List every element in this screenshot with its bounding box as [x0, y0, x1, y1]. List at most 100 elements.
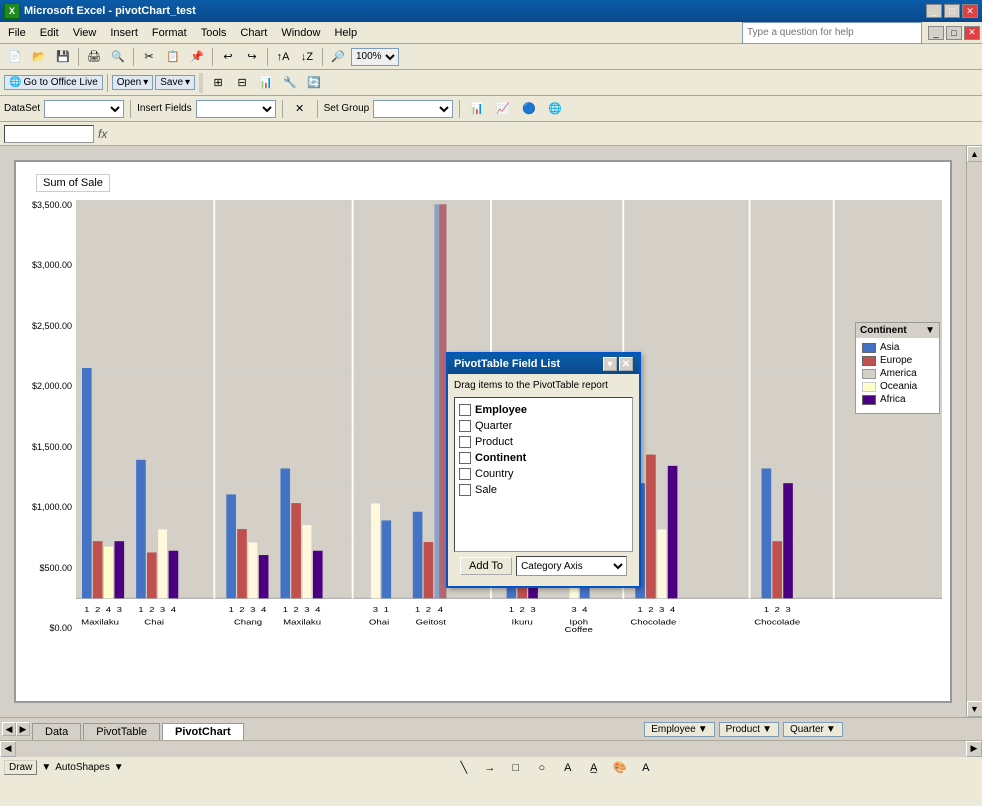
pivot-btn4[interactable]: 🔧: [279, 73, 301, 93]
font-color-icon[interactable]: A: [635, 758, 657, 778]
chart-icon1[interactable]: 📊: [466, 99, 488, 119]
vertical-scrollbar[interactable]: ▲ ▼: [966, 146, 982, 717]
fill-color-icon[interactable]: 🎨: [609, 758, 631, 778]
tab-pivotchart[interactable]: PivotChart: [162, 723, 244, 740]
pivot-btn3[interactable]: 📊: [255, 73, 277, 93]
scroll-left-button[interactable]: ◀: [0, 741, 16, 757]
draw-text-icon[interactable]: A: [557, 758, 579, 778]
copy-button[interactable]: 📋: [162, 47, 184, 67]
svg-text:3: 3: [373, 606, 379, 614]
set-group-select[interactable]: [373, 100, 453, 118]
field-checkbox-quarter[interactable]: [459, 420, 471, 432]
add-to-button[interactable]: Add To: [460, 557, 512, 575]
area-dropdown[interactable]: Category Axis Series Data Area Page Area: [516, 556, 627, 576]
menu-chart[interactable]: Chart: [234, 25, 273, 41]
open-dropdown-button[interactable]: Open▾: [112, 75, 154, 90]
app-minimize-button[interactable]: _: [928, 26, 944, 40]
field-checkbox-product[interactable]: [459, 436, 471, 448]
sort-desc-button[interactable]: ↓Z: [296, 47, 318, 67]
close-button[interactable]: ✕: [962, 4, 978, 18]
draw-arrow-icon[interactable]: →: [479, 758, 501, 778]
field-item-quarter[interactable]: Quarter: [459, 418, 628, 434]
app-close-button[interactable]: ✕: [964, 26, 980, 40]
draw-line-icon[interactable]: ╲: [453, 758, 475, 778]
insert-fields-select[interactable]: [196, 100, 276, 118]
save-dropdown-button[interactable]: Save▾: [155, 75, 195, 90]
field-checkbox-continent[interactable]: [459, 452, 471, 464]
paste-button[interactable]: 📌: [186, 47, 208, 67]
pivot-btn1[interactable]: ⊞: [207, 73, 229, 93]
legend-color-africa: [862, 395, 876, 405]
field-checkbox-employee[interactable]: [459, 404, 471, 416]
menu-edit[interactable]: Edit: [34, 25, 65, 41]
svg-text:Chocolade: Chocolade: [754, 618, 800, 626]
menu-tools[interactable]: Tools: [195, 25, 233, 41]
pivot-btn5[interactable]: 🔄: [303, 73, 325, 93]
svg-text:2: 2: [293, 606, 299, 614]
product-filter-button[interactable]: Product ▼: [719, 722, 779, 737]
field-item-product[interactable]: Product: [459, 434, 628, 450]
legend-item-oceania: Oceania: [862, 381, 933, 392]
y-axis-label-4: $2,000.00: [24, 381, 72, 391]
tab-pivottable[interactable]: PivotTable: [83, 723, 160, 740]
scroll-track-h[interactable]: [16, 741, 966, 757]
preview-button[interactable]: 🔍: [107, 47, 129, 67]
employee-filter-button[interactable]: Employee ▼: [644, 722, 714, 737]
legend-dropdown-icon[interactable]: ▼: [925, 325, 935, 336]
pivot-btn2[interactable]: ⊟: [231, 73, 253, 93]
autoshapes-icon[interactable]: ▼: [41, 762, 51, 773]
sort-asc-button[interactable]: ↑A: [272, 47, 294, 67]
field-item-sale[interactable]: Sale: [459, 482, 628, 498]
help-search-input[interactable]: [742, 22, 922, 44]
quarter-filter-button[interactable]: Quarter ▼: [783, 722, 843, 737]
undo-button[interactable]: ↩: [217, 47, 239, 67]
scroll-down-button[interactable]: ▼: [967, 701, 982, 717]
field-checkbox-country[interactable]: [459, 468, 471, 480]
scroll-up-button[interactable]: ▲: [967, 146, 982, 162]
zoom-button[interactable]: 🔎: [327, 47, 349, 67]
print-button[interactable]: 🖨: [83, 47, 105, 67]
draw-rect-icon[interactable]: □: [505, 758, 527, 778]
chart-icon2[interactable]: 📈: [492, 99, 514, 119]
minimize-button[interactable]: _: [926, 4, 942, 18]
office-toolbar: 🌐 Go to Office Live Open▾ Save▾ ⊞ ⊟ 📊 🔧 …: [0, 70, 982, 96]
tab-scroll-right[interactable]: ▶: [16, 722, 30, 736]
save-button[interactable]: 💾: [52, 47, 74, 67]
horizontal-scrollbar[interactable]: ◀ ▶: [0, 740, 982, 756]
menu-help[interactable]: Help: [328, 25, 363, 41]
menu-view[interactable]: View: [67, 25, 103, 41]
pivot-field-list-dialog: PivotTable Field List ▼ ✕ Drag items to …: [446, 352, 641, 588]
maximize-button[interactable]: □: [944, 4, 960, 18]
chart-icon4[interactable]: 🌐: [544, 99, 566, 119]
tab-scroll-left[interactable]: ◀: [2, 722, 16, 736]
cut-button[interactable]: ✂: [138, 47, 160, 67]
new-button[interactable]: 📄: [4, 47, 26, 67]
draw-oval-icon[interactable]: ○: [531, 758, 553, 778]
tab-data[interactable]: Data: [32, 723, 81, 740]
field-checkbox-sale[interactable]: [459, 484, 471, 496]
svg-text:Chai: Chai: [144, 618, 164, 626]
svg-text:3: 3: [530, 606, 536, 614]
chart-tool-btn[interactable]: ✕: [289, 99, 311, 119]
chart-icon3[interactable]: 🔵: [518, 99, 540, 119]
field-item-country[interactable]: Country: [459, 466, 628, 482]
pivot-dialog-dropdown-btn[interactable]: ▼: [603, 357, 617, 371]
draw-button[interactable]: Draw: [4, 760, 37, 775]
pivot-dialog-close-button[interactable]: ✕: [619, 357, 633, 371]
menu-file[interactable]: File: [2, 25, 32, 41]
field-item-employee[interactable]: Employee: [459, 402, 628, 418]
draw-wordart-icon[interactable]: A̲: [583, 758, 605, 778]
go-to-office-button[interactable]: 🌐 Go to Office Live: [4, 75, 103, 90]
menu-window[interactable]: Window: [275, 25, 326, 41]
menu-format[interactable]: Format: [146, 25, 193, 41]
app-maximize-button[interactable]: □: [946, 26, 962, 40]
menu-insert[interactable]: Insert: [104, 25, 144, 41]
name-box[interactable]: [4, 125, 94, 143]
zoom-select[interactable]: 100%: [351, 48, 399, 66]
window-controls[interactable]: _ □ ✕: [926, 4, 978, 18]
field-item-continent[interactable]: Continent: [459, 450, 628, 466]
scroll-right-button[interactable]: ▶: [966, 741, 982, 757]
open-button[interactable]: 📂: [28, 47, 50, 67]
dataset-select[interactable]: [44, 100, 124, 118]
redo-button[interactable]: ↪: [241, 47, 263, 67]
